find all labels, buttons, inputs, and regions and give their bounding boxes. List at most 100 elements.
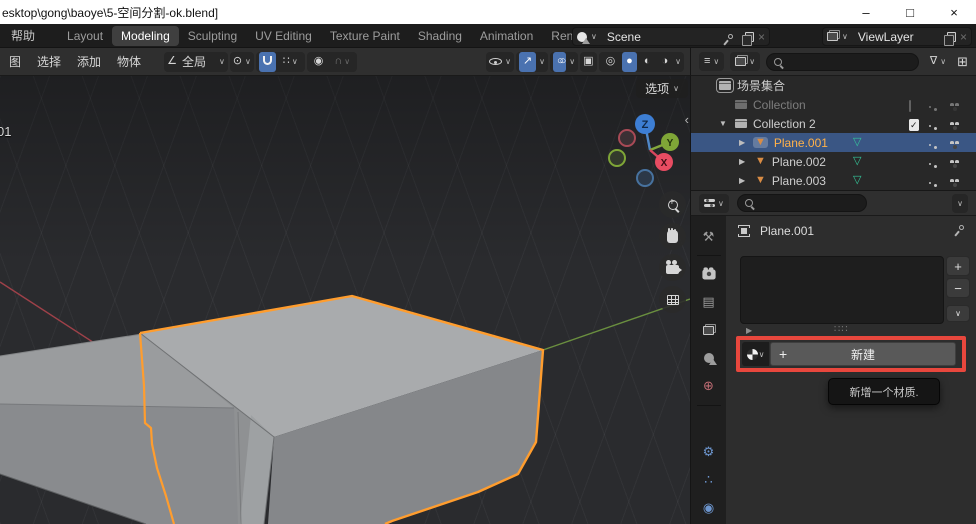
chevron-down-icon[interactable]: ∨ <box>591 32 597 41</box>
filter-dropdown[interactable]: ∇ ∨ <box>925 52 951 71</box>
expand-arrow-icon[interactable]: ▼ <box>719 119 727 128</box>
expand-arrow-icon[interactable]: ▶ <box>746 326 752 335</box>
show-gizmo-toggle[interactable]: ↗ <box>519 52 536 72</box>
menu-view[interactable]: 图 <box>2 50 28 73</box>
tab-output[interactable]: ▤ <box>694 290 724 315</box>
view-layer-name[interactable]: ViewLayer <box>852 30 920 44</box>
view-layer-selector[interactable]: ∨ ViewLayer × <box>822 27 972 46</box>
scene-collection-label[interactable]: 场景集合 <box>737 77 785 94</box>
proportional-edit-toggle[interactable]: ◉ <box>310 52 328 72</box>
remove-slot-button[interactable]: − <box>946 278 970 298</box>
menu-select[interactable]: 选择 <box>30 50 68 73</box>
xray-toggle[interactable]: ▣ <box>580 52 596 72</box>
row-collection-1[interactable]: Collection <box>691 95 976 114</box>
row-plane-003[interactable]: ▶ ▼ Plane.003 ▽ <box>691 171 976 190</box>
properties-search-input[interactable] <box>737 194 867 212</box>
gizmo-z-label: Z <box>642 119 649 131</box>
workspace-tab-texture-paint[interactable]: Texture Paint <box>321 26 409 46</box>
mesh-object-icon: ▼ <box>755 175 766 186</box>
editor-type-dropdown[interactable]: ≡ ∨ <box>699 52 724 71</box>
shading-material-preview[interactable]: ◐ <box>640 52 655 72</box>
scene-name[interactable]: Scene <box>601 30 647 44</box>
snap-toggle[interactable] <box>259 52 276 72</box>
outliner-search-input[interactable] <box>766 53 919 71</box>
row-scene-collection[interactable]: 场景集合 <box>691 76 976 95</box>
unlink-icon[interactable]: × <box>758 30 765 44</box>
tab-particles[interactable]: ∴ <box>694 468 724 493</box>
expand-arrow-icon[interactable]: ▶ <box>739 176 745 185</box>
pin-icon[interactable] <box>958 224 965 231</box>
tab-modifiers[interactable]: ⚙ <box>694 440 724 465</box>
menu-add[interactable]: 添加 <box>70 50 108 73</box>
viewport-3d[interactable]: 01 选项 ∨ ‹ Z Y X <box>0 76 690 524</box>
tab-scene[interactable] <box>694 346 724 371</box>
transform-orientation-dropdown[interactable]: ∠ 全局 ∨ <box>164 52 228 72</box>
tab-render[interactable] <box>694 262 724 287</box>
chevron-down-icon[interactable]: ∨ <box>539 57 545 66</box>
blender-window: esktop\gong\baoye\5-空间分割-ok.blend] – □ ×… <box>0 0 976 524</box>
pan-button[interactable] <box>659 223 686 250</box>
collection-label[interactable]: Collection <box>753 98 806 112</box>
proportional-edit-group: ◉ ∩ ∨ <box>307 52 357 72</box>
tab-world[interactable]: ⊕ <box>694 374 724 399</box>
row-plane-002[interactable]: ▶ ▼ Plane.002 ▽ <box>691 152 976 171</box>
object-label[interactable]: Plane.002 <box>772 155 826 169</box>
new-collection-icon[interactable]: ⊞ <box>957 55 968 68</box>
falloff-dropdown[interactable]: ∩ ∨ <box>330 52 354 72</box>
minimize-button[interactable]: – <box>844 0 888 24</box>
scene-icon <box>704 353 714 363</box>
navigation-gizmo[interactable]: Z Y X <box>600 106 690 196</box>
workspace-tab-sculpting[interactable]: Sculpting <box>179 26 246 46</box>
workspace-tab-modeling[interactable]: Modeling <box>112 26 179 46</box>
perspective-toggle-button[interactable] <box>659 286 686 313</box>
breadcrumb-object-name[interactable]: Plane.001 <box>760 224 814 238</box>
display-mode-dropdown[interactable]: ∨ <box>730 52 760 71</box>
remove-icon[interactable]: × <box>960 30 967 44</box>
collection-label[interactable]: Collection 2 <box>753 117 816 131</box>
object-label[interactable]: Plane.001 <box>774 136 828 150</box>
tab-physics[interactable]: ◉ <box>694 496 724 521</box>
object-label[interactable]: Plane.003 <box>772 174 826 188</box>
close-button[interactable]: × <box>932 0 976 24</box>
chevron-down-icon[interactable]: ∨ <box>569 57 575 66</box>
workspace-tab-animation[interactable]: Animation <box>471 26 542 46</box>
exclude-checkbox[interactable]: ✓ <box>909 119 919 131</box>
options-dropdown-button[interactable]: 选项 ∨ <box>636 79 688 98</box>
object-visibility-dropdown[interactable]: ∨ <box>486 52 514 72</box>
row-collection-2[interactable]: ▼ Collection 2 ✓ <box>691 114 976 133</box>
expand-arrow-icon[interactable]: ▶ <box>739 138 745 147</box>
shading-wireframe[interactable]: ◎ <box>602 52 620 72</box>
tab-object[interactable] <box>694 412 724 437</box>
snap-with-dropdown[interactable]: ∷ ∨ <box>279 52 302 72</box>
wireframe-sphere-icon: ◎ <box>606 56 616 67</box>
add-slot-button[interactable]: + <box>946 256 970 276</box>
editor-type-dropdown[interactable]: ∨ <box>699 194 729 213</box>
workspace-tab-layout[interactable]: Layout <box>58 26 112 46</box>
zoom-button[interactable] <box>659 191 686 218</box>
pivot-point-dropdown[interactable]: ⊙ ∨ <box>230 52 254 72</box>
pin-icon[interactable] <box>727 33 734 40</box>
row-plane-001[interactable]: ▶ ▼ Plane.001 ▽ <box>691 133 976 152</box>
grip-handle[interactable]: ∷∷ <box>834 324 849 335</box>
show-overlays-toggle[interactable]: ○○ <box>553 52 566 72</box>
slot-specials-dropdown[interactable]: ∨ <box>946 305 970 322</box>
workspace-tab-uv-editing[interactable]: UV Editing <box>246 26 321 46</box>
shading-solid[interactable]: ● <box>622 52 637 72</box>
scene-selector[interactable]: ∨ Scene × <box>572 27 770 46</box>
exclude-checkbox[interactable] <box>909 100 911 112</box>
expand-arrow-icon[interactable]: ▶ <box>739 157 745 166</box>
tab-view-layer[interactable] <box>694 318 724 343</box>
copy-icon[interactable] <box>947 32 956 42</box>
material-slots-list[interactable] <box>740 256 944 324</box>
options-dropdown[interactable]: ∨ <box>952 194 968 213</box>
copy-icon[interactable] <box>745 32 754 42</box>
chevron-down-icon[interactable]: ∨ <box>675 57 681 66</box>
menu-help[interactable]: 帮助 <box>2 24 44 47</box>
tab-tool[interactable]: ⚒ <box>694 224 724 249</box>
menu-object[interactable]: 物体 <box>110 50 148 73</box>
chevron-down-icon[interactable]: ∨ <box>842 32 848 41</box>
camera-view-button[interactable] <box>659 254 686 281</box>
maximize-button[interactable]: □ <box>888 0 932 24</box>
workspace-tab-shading[interactable]: Shading <box>409 26 471 46</box>
shading-rendered[interactable]: ◑ <box>657 52 672 72</box>
